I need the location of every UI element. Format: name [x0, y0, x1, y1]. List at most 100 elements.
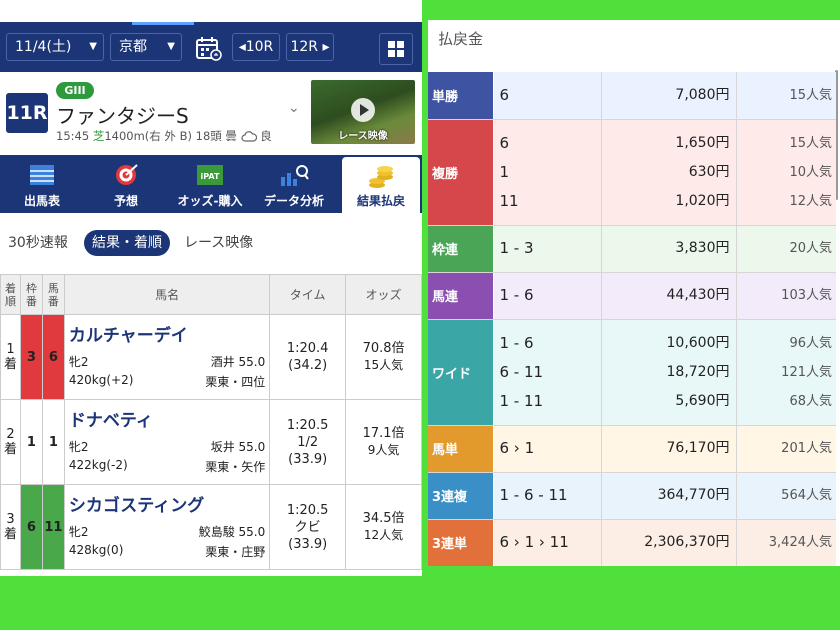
combination-cell: 1 - 6 — [492, 272, 601, 320]
tab-race-video[interactable]: レース映像 — [184, 230, 253, 256]
top-nav-bar: 11/4(土) ▼ 京都 ▼ ◂10R 12R ▸ — [0, 22, 422, 72]
jockey: 酒井 55.0 — [210, 355, 266, 369]
combination-cell: 6 › 1 › 11 — [492, 519, 601, 566]
combination: 6 — [499, 85, 510, 104]
menu-prediction[interactable]: 予想 — [84, 155, 168, 213]
margin: 1/2 — [297, 434, 319, 450]
next-race-button[interactable]: 12R ▸ — [286, 33, 334, 61]
trainer: 栗東・庄野 — [205, 545, 266, 559]
popularity: 9人気 — [367, 443, 400, 457]
popularity: 12人気 — [363, 528, 404, 542]
rank-cell: 1着 — [0, 314, 21, 400]
course-label: 1400m(右 外 B) — [104, 129, 192, 143]
horse-name-link[interactable]: カルチャーデイ — [69, 321, 188, 346]
margin: クビ — [294, 519, 321, 535]
header-time: タイム — [269, 274, 347, 315]
race-video-thumbnail[interactable]: レース映像 — [311, 80, 415, 144]
bet-type-label: 馬連 — [428, 272, 493, 320]
menu-entry-list[interactable]: 出馬表 — [0, 155, 84, 213]
bet-type-label: 馬単 — [428, 425, 493, 473]
payout-amount-cell: 364,770円 — [600, 472, 736, 520]
payout-row: ワイド 1 - 6 6 - 11 1 - 11 10,600円 18,720円 5,690円… — [428, 319, 836, 426]
payout-amount: 630円 — [688, 163, 730, 180]
calendar-icon[interactable] — [193, 34, 223, 62]
rank-cell: 3着 — [0, 484, 21, 570]
active-tab-indicator — [132, 22, 194, 25]
sex-age: 牝2 — [68, 440, 89, 454]
table-row[interactable]: 3着 6 11 シカゴスティング 牝2 鮫島駿 55.0 428kg(0) 栗東… — [0, 484, 422, 570]
track-condition: 良 — [260, 129, 272, 143]
last-3f: (33.9) — [288, 451, 328, 467]
results-table: 着順 枠番 馬番 馬名 タイム オッズ 1着 3 6 カルチャーデイ 牝2 酒井… — [0, 274, 422, 570]
popularity: 20人気 — [789, 241, 832, 256]
date-select[interactable]: 11/4(土) ▼ — [6, 33, 104, 61]
table-header-row: 着順 枠番 馬番 馬名 タイム オッズ — [0, 274, 422, 315]
sex-age: 牝2 — [68, 355, 89, 369]
heads-count: 18頭 — [195, 129, 222, 143]
tab-quick-report[interactable]: 30秒速報 — [8, 230, 68, 256]
body-weight: 422kg(-2) — [68, 458, 128, 472]
horse-name-link[interactable]: シカゴスティング — [69, 491, 204, 516]
waku-cell: 3 — [19, 314, 43, 400]
weather-label: 曇 — [225, 129, 237, 143]
popularity: 15人気 — [363, 358, 404, 372]
date-label: 11/4(土) — [15, 39, 72, 55]
uma-cell: 11 — [41, 484, 65, 570]
venue-label: 京都 — [119, 39, 147, 55]
prev-race-button[interactable]: ◂10R — [232, 33, 280, 61]
time-cell: 1:20.5 クビ (33.9) — [269, 484, 347, 570]
race-title: ファンタジーS — [56, 104, 189, 128]
combination: 1 - 6 — [499, 286, 534, 304]
payout-amount-cell: 44,430円 — [600, 272, 736, 320]
payout-amount: 7,080円 — [675, 86, 730, 103]
chevron-down-icon[interactable]: ⌄ — [288, 100, 300, 116]
bet-type-label: 3連単 — [428, 519, 493, 566]
waku-cell: 1 — [19, 399, 43, 485]
combination: 6 › 1 — [499, 439, 535, 457]
odds-cell: 34.5倍 12人気 — [345, 484, 422, 570]
menu-data-analysis[interactable]: データ分析 — [252, 155, 336, 213]
grid-menu-icon[interactable] — [379, 33, 413, 65]
combination: 11 — [499, 191, 519, 210]
video-label: レース映像 — [338, 131, 388, 142]
popularity: 15人気 — [789, 87, 832, 103]
table-row[interactable]: 2着 1 1 ドナベティ 牝2 坂井 55.0 422kg(-2) 栗東・矢作 … — [0, 399, 422, 485]
payout-amount-cell: 3,830円 — [600, 225, 736, 273]
result-subtabs: 30秒速報 結果・着順 レース映像 — [0, 230, 422, 260]
menu-label: データ分析 — [263, 194, 324, 208]
popularity-cell: 201人気 — [735, 425, 836, 473]
popularity-cell: 15人気 10人気 12人気 — [735, 119, 836, 226]
popularity: 10人気 — [789, 164, 832, 180]
tab-results[interactable]: 結果・着順 — [84, 230, 170, 256]
odds-cell: 17.1倍 9人気 — [345, 399, 422, 485]
popularity: 564人気 — [781, 488, 832, 503]
payout-amount: 44,430円 — [666, 287, 730, 303]
chart-search-icon — [279, 163, 309, 187]
table-row[interactable]: 1着 3 6 カルチャーデイ 牝2 酒井 55.0 420kg(+2) 栗東・四… — [0, 314, 422, 400]
payout-amount-cell: 7,080円 — [600, 72, 736, 120]
payout-amount-cell: 1,650円 630円 1,020円 — [600, 119, 736, 226]
popularity: 15人気 — [789, 135, 832, 151]
combination-cell: 1 - 6 6 - 11 1 - 11 — [492, 319, 601, 426]
combination: 1 - 3 — [499, 239, 534, 257]
odds-value: 17.1倍 — [362, 426, 405, 441]
header-uma: 馬番 — [41, 274, 65, 315]
trainer: 栗東・矢作 — [205, 460, 266, 474]
payout-amount: 76,170円 — [666, 440, 730, 456]
menu-odds-purchase[interactable]: iPAT オッズ-購入 — [168, 155, 252, 213]
combination: 6 — [499, 133, 510, 152]
odds-cell: 70.8倍 15人気 — [345, 314, 422, 400]
payout-row: 単勝 6 7,080円 15人気 — [428, 72, 836, 120]
horse-name-link[interactable]: ドナベティ — [69, 406, 153, 431]
menu-results-payout[interactable]: 結果払戻 — [342, 157, 420, 213]
coins-icon — [366, 165, 396, 189]
odds-value: 70.8倍 — [362, 341, 405, 356]
bet-type-label: 複勝 — [428, 119, 493, 226]
venue-select[interactable]: 京都 ▼ — [110, 33, 182, 61]
grade-badge: GIII — [56, 82, 94, 99]
entry-list-icon — [27, 163, 57, 187]
menu-label: 出馬表 — [23, 194, 60, 208]
combination-cell: 6 1 11 — [492, 119, 601, 226]
race-time: 1:20.5 — [286, 417, 329, 433]
target-icon — [111, 163, 141, 187]
